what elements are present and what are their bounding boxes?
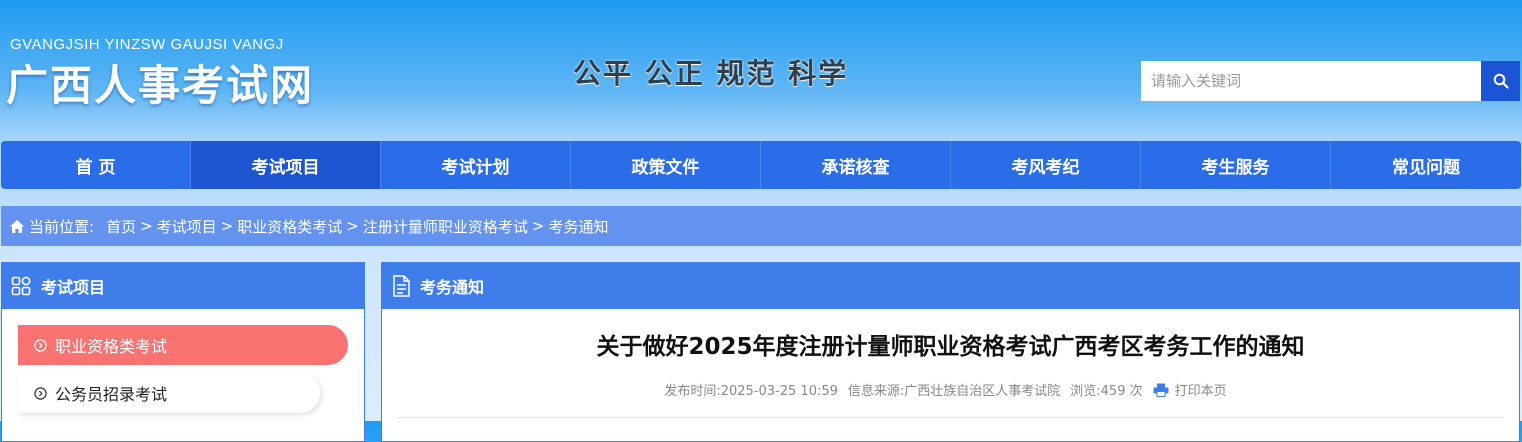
nav-home[interactable]: 首 页 — [1, 141, 191, 189]
breadcrumb-separator: > — [531, 217, 545, 235]
divider — [398, 417, 1504, 418]
print-button[interactable]: 打印本页 — [1153, 380, 1237, 399]
search-button[interactable] — [1481, 61, 1520, 101]
breadcrumb-qualification[interactable]: 职业资格类考试 — [237, 216, 342, 237]
nav-exam-discipline[interactable]: 考风考纪 — [951, 141, 1141, 189]
breadcrumb-home[interactable]: 首页 — [106, 216, 136, 237]
chevron-circle-icon — [34, 338, 47, 352]
sidebar-panel: 考试项目 职业资格类考试 公务员招录考试 — [1, 262, 365, 442]
nav-candidate-service[interactable]: 考生服务 — [1141, 141, 1331, 189]
chevron-circle-icon — [34, 386, 47, 400]
sidebar-item-civil-service[interactable]: 公务员招录考试 — [18, 373, 320, 413]
site-logo[interactable]: 广西人事考试网 — [6, 52, 314, 113]
sidebar-header: 考试项目 — [2, 263, 364, 309]
grid-icon — [11, 276, 31, 296]
info-source: 信息来源:广西壮族自治区人事考试院 — [847, 384, 1061, 399]
sidebar-item-label: 职业资格类考试 — [55, 337, 168, 356]
slogan: 公平 公正 规范 科学 — [573, 57, 849, 90]
print-label: 打印本页 — [1174, 384, 1227, 399]
printer-icon — [1153, 383, 1169, 397]
nav-faq[interactable]: 常见问题 — [1331, 141, 1521, 189]
breadcrumb-label: 当前位置: — [29, 217, 95, 236]
nav-exam-plan[interactable]: 考试计划 — [381, 141, 571, 189]
article-meta: 发布时间:2025-03-25 10:59 信息来源:广西壮族自治区人事考试院 … — [382, 380, 1519, 399]
article-panel: 考务通知 关于做好2025年度注册计量师职业资格考试广西考区考务工作的通知 发布… — [381, 262, 1520, 442]
breadcrumb-current[interactable]: 考务通知 — [548, 216, 608, 237]
breadcrumb-metrologist-exam[interactable]: 注册计量师职业资格考试 — [363, 216, 528, 237]
logo-english: GVANGJSIH YINZSW GAUJSI VANGJ — [10, 36, 284, 53]
breadcrumb: 当前位置: 首页 > 考试项目 > 职业资格类考试 > 注册计量师职业资格考试 … — [1, 206, 1521, 246]
breadcrumb-exam-projects[interactable]: 考试项目 — [157, 216, 217, 237]
breadcrumb-separator: > — [140, 217, 153, 235]
home-icon — [9, 219, 25, 234]
sidebar-item-label: 公务员招录考试 — [55, 385, 168, 404]
nav-commitment-check[interactable]: 承诺核查 — [761, 141, 951, 189]
nav-exam-projects[interactable]: 考试项目 — [191, 141, 381, 189]
view-count: 浏览:459 次 — [1070, 384, 1143, 399]
article-panel-header: 考务通知 — [382, 263, 1519, 309]
search-icon — [1493, 73, 1509, 89]
document-icon — [392, 275, 410, 297]
search-bar — [1141, 61, 1520, 101]
breadcrumb-separator: > — [346, 217, 359, 235]
search-input[interactable] — [1141, 61, 1481, 101]
sidebar-title: 考试项目 — [41, 278, 106, 297]
sidebar-item-qualification[interactable]: 职业资格类考试 — [18, 325, 348, 365]
article-panel-title: 考务通知 — [420, 278, 485, 297]
site-header: GVANGJSIH YINZSW GAUJSI VANGJ 广西人事考试网 公平… — [0, 0, 1522, 140]
nav-policy[interactable]: 政策文件 — [571, 141, 761, 189]
article-title: 关于做好2025年度注册计量师职业资格考试广西考区考务工作的通知 — [596, 334, 1305, 360]
publish-time: 发布时间:2025-03-25 10:59 — [664, 384, 838, 399]
breadcrumb-separator: > — [220, 217, 234, 235]
main-nav: 首 页 考试项目 考试计划 政策文件 承诺核查 考风考纪 考生服务 常见问题 — [1, 141, 1521, 189]
